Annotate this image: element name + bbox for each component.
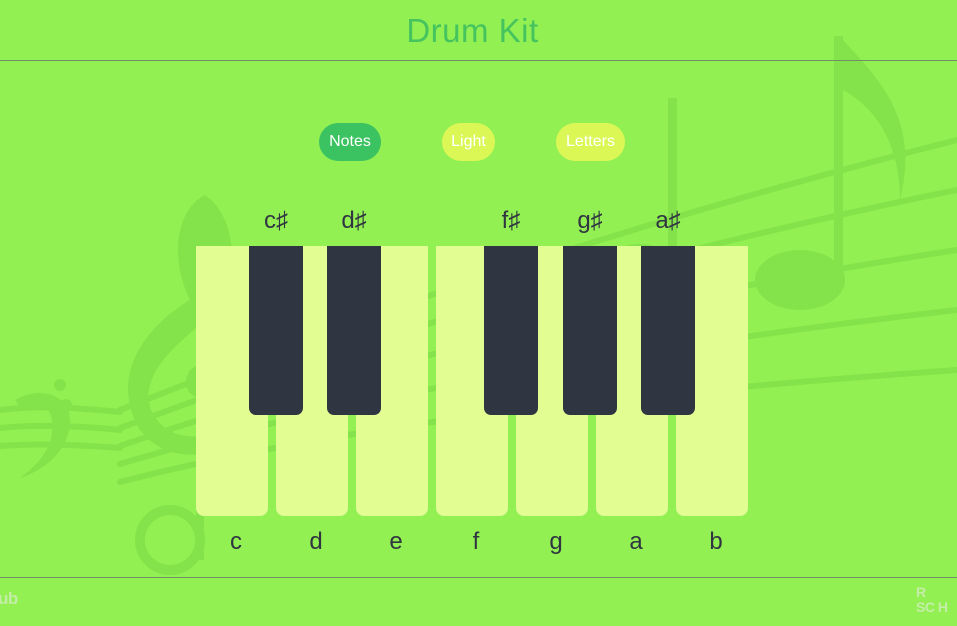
- footer-right-logo[interactable]: R SC H: [916, 584, 948, 615]
- footer-divider: [0, 577, 957, 578]
- black-key-label-c-sharp: c♯: [264, 207, 288, 234]
- black-key-f-sharp[interactable]: [484, 246, 538, 415]
- black-key-a-sharp[interactable]: [641, 246, 695, 415]
- black-key-d-sharp[interactable]: [327, 246, 381, 415]
- white-key-label-g: g: [549, 528, 563, 555]
- white-key-label-b: b: [709, 528, 723, 555]
- black-key-label-g-sharp: g♯: [577, 207, 603, 234]
- header-bar: Drum Kit: [0, 0, 957, 61]
- white-key-label-f: f: [472, 528, 480, 555]
- black-key-c-sharp[interactable]: [249, 246, 303, 415]
- notes-mode-button[interactable]: Notes: [319, 123, 381, 161]
- footer-right-text-2: SC H: [916, 599, 948, 615]
- page-title: Drum Kit: [406, 12, 539, 49]
- footer-left-link[interactable]: ub: [0, 589, 18, 609]
- footer-right-text-1: R: [916, 584, 926, 600]
- letters-mode-button[interactable]: Letters: [556, 123, 625, 161]
- white-key-label-e: e: [389, 528, 403, 555]
- black-key-g-sharp[interactable]: [563, 246, 617, 415]
- black-key-label-d-sharp: d♯: [341, 207, 367, 234]
- black-key-label-f-sharp: f♯: [501, 207, 521, 234]
- black-key-label-a-sharp: a♯: [655, 207, 681, 234]
- light-mode-button[interactable]: Light: [442, 123, 495, 161]
- white-key-label-c: c: [230, 528, 242, 555]
- white-key-label-a: a: [629, 528, 643, 555]
- white-key-label-d: d: [309, 528, 323, 555]
